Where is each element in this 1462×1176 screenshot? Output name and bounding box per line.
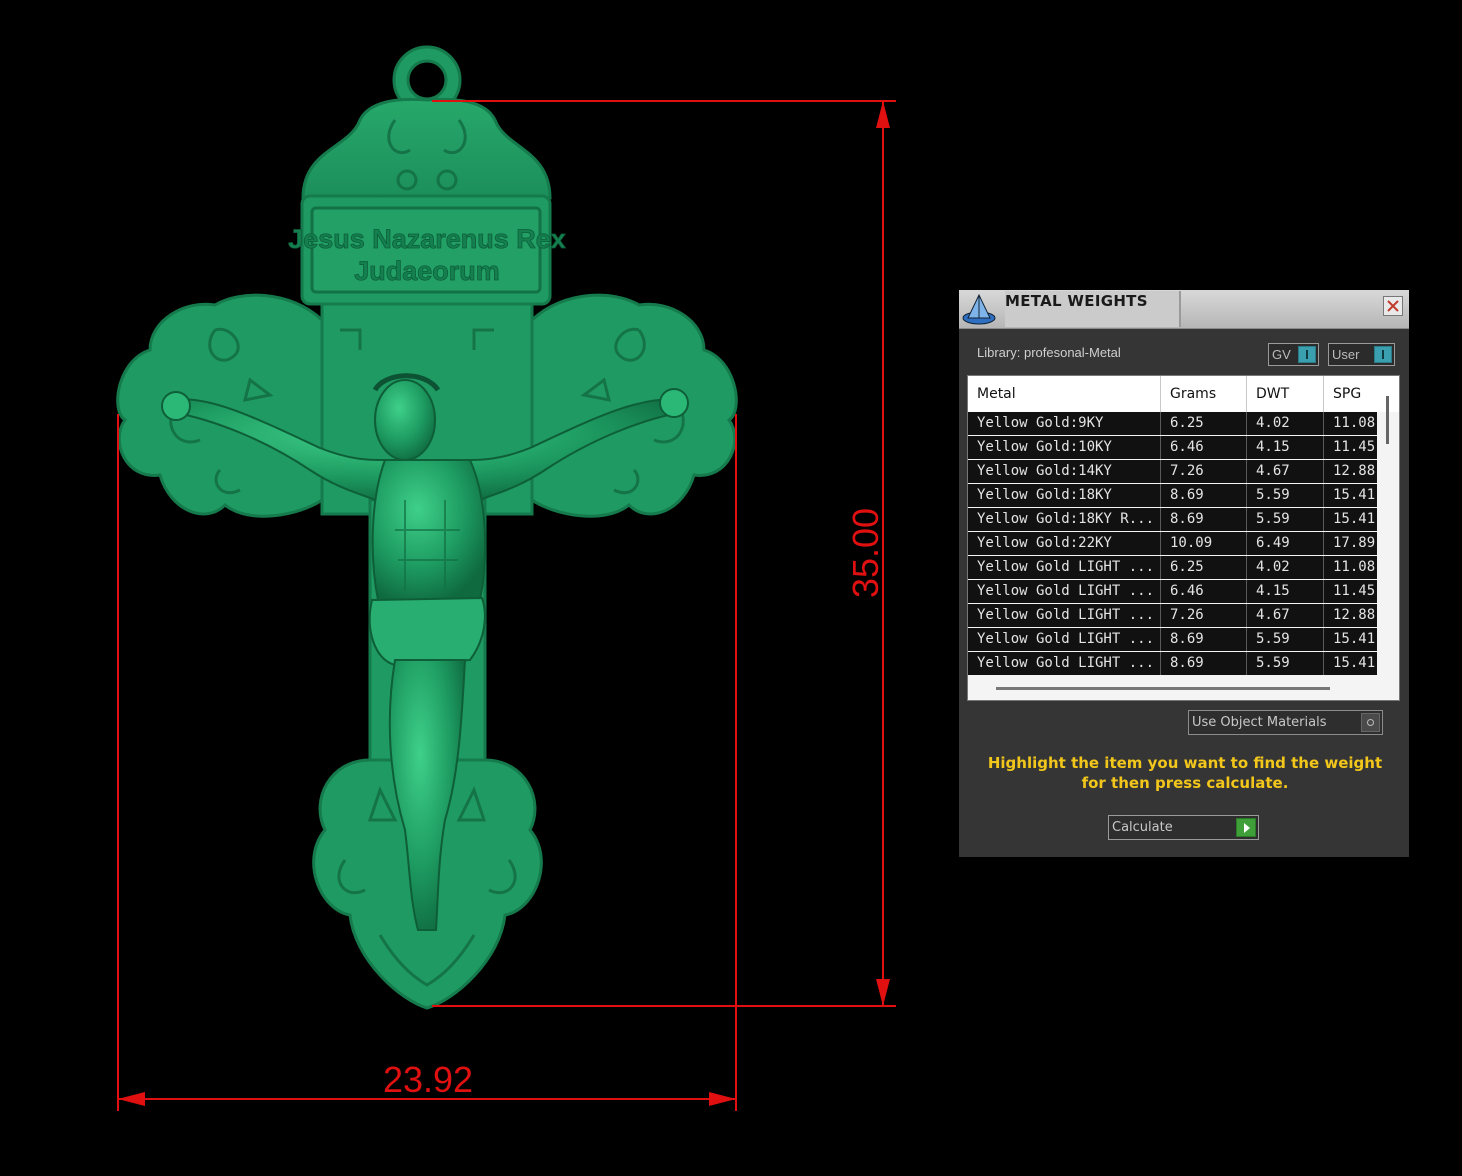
cell-metal: Yellow Gold LIGHT ...: [968, 604, 1161, 627]
table-row[interactable]: Yellow Gold LIGHT ... 8.69 5.59 15.41: [968, 652, 1377, 675]
cell-metal: Yellow Gold LIGHT ...: [968, 652, 1161, 675]
cell-metal: Yellow Gold:10KY: [968, 436, 1161, 459]
cell-dwt: 4.02: [1247, 412, 1324, 435]
cell-spg: 11.08: [1333, 559, 1376, 575]
use-object-materials-option[interactable]: Use Object Materials: [1188, 710, 1383, 735]
app-logo-icon: [961, 292, 997, 326]
user-toggle-label: User: [1332, 347, 1360, 362]
close-icon[interactable]: [1383, 296, 1403, 316]
table-row[interactable]: Yellow Gold LIGHT ... 7.26 4.67 12.88: [968, 604, 1377, 627]
table-row[interactable]: Yellow Gold:10KY 6.46 4.15 11.45: [968, 436, 1377, 459]
top-crest: [301, 97, 552, 200]
cell-grams: 8.69: [1161, 628, 1247, 651]
use-object-materials-label: Use Object Materials: [1192, 715, 1327, 730]
cell-spg: 15.41: [1333, 631, 1376, 647]
cell-dwt: 4.67: [1247, 604, 1324, 627]
cell-metal: Yellow Gold LIGHT ...: [968, 580, 1161, 603]
instructions-text: Highlight the item you want to find the …: [987, 754, 1383, 792]
cell-spg: 17.89: [1333, 535, 1376, 551]
table-row[interactable]: Yellow Gold:18KY 8.69 5.59 15.41: [968, 484, 1377, 507]
panel-titlebar[interactable]: METAL WEIGHTS: [959, 290, 1409, 329]
panel-title: METAL WEIGHTS: [1005, 291, 1181, 327]
height-arrow-top: [876, 101, 890, 128]
cell-metal: Yellow Gold:14KY: [968, 460, 1161, 483]
table-header: Metal Grams DWT SPG: [968, 376, 1399, 412]
cell-grams: 8.69: [1161, 652, 1247, 675]
cell-dwt: 4.02: [1247, 556, 1324, 579]
cell-spg: 15.41: [1333, 511, 1376, 527]
cell-spg: 12.88: [1333, 463, 1376, 479]
cell-metal: Yellow Gold:22KY: [968, 532, 1161, 555]
table-row[interactable]: Yellow Gold:14KY 7.26 4.67 12.88: [968, 460, 1377, 483]
cell-grams: 8.69: [1161, 484, 1247, 507]
cell-dwt: 4.15: [1247, 580, 1324, 603]
vertical-scrollbar[interactable]: [1386, 396, 1389, 444]
radio-icon: [1361, 713, 1380, 732]
height-arrow-bottom: [876, 979, 890, 1006]
cell-spg: 15.41: [1333, 487, 1376, 503]
cell-metal: Yellow Gold:9KY: [968, 412, 1161, 435]
column-header-metal[interactable]: Metal: [968, 376, 1161, 412]
calculate-button[interactable]: Calculate: [1108, 815, 1259, 840]
cell-metal: Yellow Gold:18KY: [968, 484, 1161, 507]
height-dimension-label: 35.00: [845, 508, 886, 598]
cell-grams: 10.09: [1161, 532, 1247, 555]
cell-spg: 11.45: [1333, 583, 1376, 599]
cell-spg: 12.88: [1333, 607, 1376, 623]
table-row[interactable]: Yellow Gold:18KY R... 8.69 5.59 15.41: [968, 508, 1377, 531]
cell-dwt: 4.15: [1247, 436, 1324, 459]
cell-spg: 11.08: [1333, 415, 1376, 431]
user-toggle[interactable]: User: [1328, 343, 1395, 366]
cell-dwt: 5.59: [1247, 652, 1324, 675]
library-label: Library: profesonal-Metal: [977, 345, 1121, 360]
column-header-spg[interactable]: SPG: [1324, 376, 1384, 412]
gv-toggle[interactable]: GV: [1268, 343, 1319, 366]
cell-grams: 6.46: [1161, 580, 1247, 603]
cell-grams: 6.25: [1161, 556, 1247, 579]
cell-grams: 7.26: [1161, 460, 1247, 483]
cell-dwt: 5.59: [1247, 484, 1324, 507]
width-arrow-left: [118, 1092, 145, 1106]
width-dimension-label: 23.92: [383, 1059, 473, 1100]
plaque-line-2: Judaeorum: [354, 256, 500, 286]
cell-grams: 8.69: [1161, 508, 1247, 531]
cell-dwt: 5.59: [1247, 508, 1324, 531]
table-row[interactable]: Yellow Gold LIGHT ... 8.69 5.59 15.41: [968, 628, 1377, 651]
plaque-line-1: Jesus Nazarenus Rex: [288, 224, 566, 254]
cell-grams: 7.26: [1161, 604, 1247, 627]
cell-grams: 6.46: [1161, 436, 1247, 459]
cell-metal: Yellow Gold:18KY R...: [968, 508, 1161, 531]
cell-metal: Yellow Gold LIGHT ...: [968, 556, 1161, 579]
table-row[interactable]: Yellow Gold LIGHT ... 6.46 4.15 11.45: [968, 580, 1377, 603]
table-row[interactable]: Yellow Gold:9KY 6.25 4.02 11.08: [968, 412, 1377, 435]
column-header-dwt[interactable]: DWT: [1247, 376, 1324, 412]
metal-weights-table[interactable]: Metal Grams DWT SPG Yellow Gold:9KY 6.25 4…: [967, 375, 1400, 701]
gv-toggle-label: GV: [1272, 347, 1291, 362]
cell-dwt: 6.49: [1247, 532, 1324, 555]
metal-weights-panel: METAL WEIGHTS Library: profesonal-Metal …: [959, 290, 1409, 857]
toggle-knob-icon: [1298, 346, 1316, 363]
crucifix-pendant-model[interactable]: Jesus Nazarenus Rex Judaeorum: [116, 45, 738, 1010]
calculate-label: Calculate: [1112, 820, 1173, 835]
column-header-grams[interactable]: Grams: [1161, 376, 1247, 412]
cell-spg: 11.45: [1333, 439, 1376, 455]
table-row[interactable]: Yellow Gold:22KY 10.09 6.49 17.89: [968, 532, 1377, 555]
cell-dwt: 4.67: [1247, 460, 1324, 483]
horizontal-scrollbar[interactable]: [996, 687, 1330, 690]
play-arrow-icon: [1236, 818, 1256, 837]
cell-spg: 15.41: [1333, 655, 1376, 671]
toggle-knob-icon: [1374, 346, 1392, 363]
cell-grams: 6.25: [1161, 412, 1247, 435]
width-arrow-right: [709, 1092, 736, 1106]
cell-dwt: 5.59: [1247, 628, 1324, 651]
cell-metal: Yellow Gold LIGHT ...: [968, 628, 1161, 651]
table-row[interactable]: Yellow Gold LIGHT ... 6.25 4.02 11.08: [968, 556, 1377, 579]
